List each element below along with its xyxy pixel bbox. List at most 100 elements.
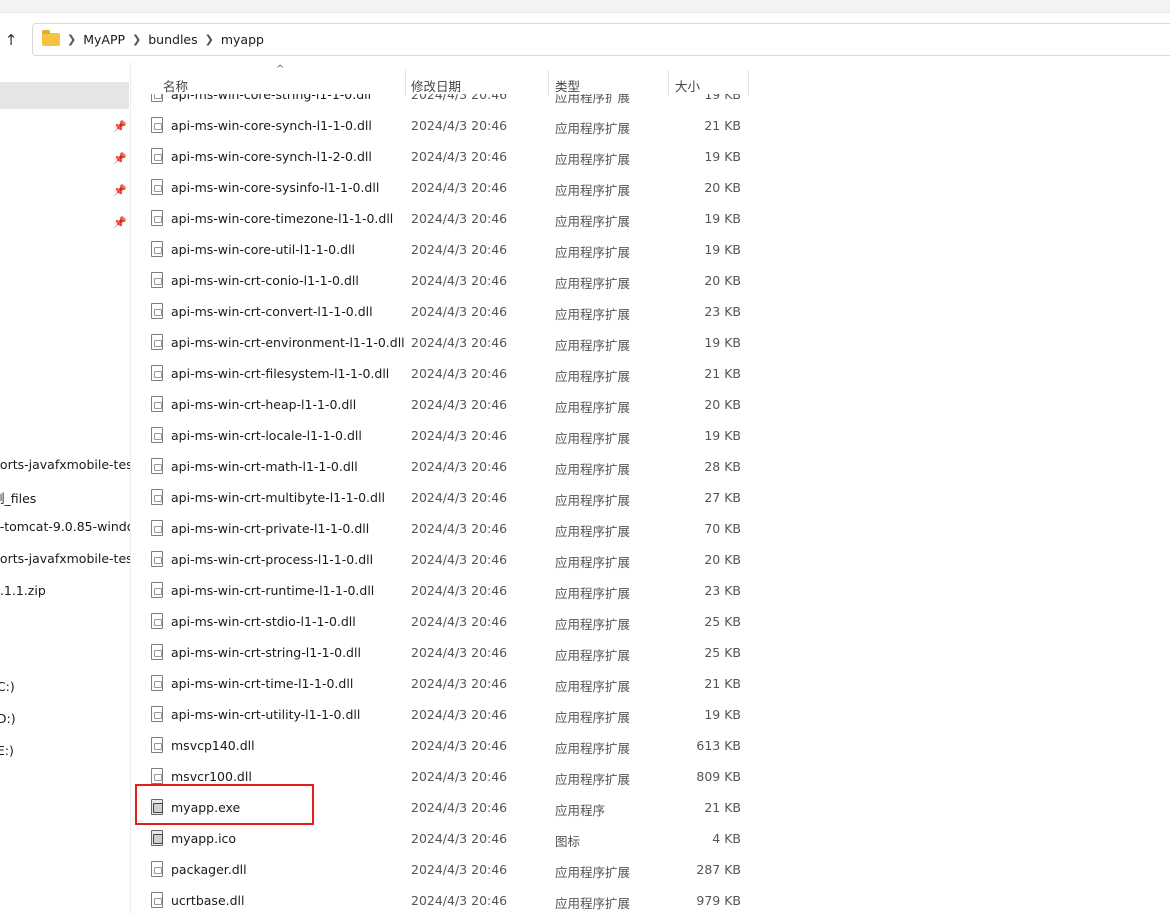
navigation-pane[interactable]: 📌 📌 📌 📌 ports-javafxmobile-test 例_files … [0, 62, 131, 914]
chevron-right-icon[interactable]: ❯ [67, 33, 76, 46]
sidebar-item-javafxmobile-test[interactable]: ports-javafxmobile-test [0, 457, 130, 472]
sidebar-selected-item[interactable] [0, 82, 129, 109]
column-header-name[interactable]: 名称 [163, 76, 188, 95]
file-size: 21 KB [704, 676, 741, 691]
file-name: api-ms-win-crt-string-l1-1-0.dll [171, 645, 361, 660]
file-type: 应用程序扩展 [555, 493, 631, 508]
column-header-size[interactable]: 大小 [675, 76, 700, 95]
file-row[interactable]: api-ms-win-crt-utility-l1-1-0.dll 2024/4/… [131, 699, 751, 730]
file-name: api-ms-win-crt-math-l1-1-0.dll [171, 459, 358, 474]
column-divider[interactable] [405, 70, 406, 96]
dll-file-icon [151, 117, 163, 133]
sidebar-item-drive-c[interactable]: (C:) [0, 679, 15, 694]
file-row[interactable]: api-ms-win-crt-locale-l1-1-0.dll 2024/4/3… [131, 420, 751, 451]
chevron-right-icon[interactable]: ❯ [132, 33, 141, 46]
file-type: 应用程序扩展 [555, 555, 631, 570]
file-size: 21 KB [704, 366, 741, 381]
file-name: api-ms-win-core-util-l1-1-0.dll [171, 242, 355, 257]
file-row[interactable]: api-ms-win-core-timezone-l1-1-0.dll 2024/… [131, 203, 751, 234]
file-name: api-ms-win-crt-locale-l1-1-0.dll [171, 428, 362, 443]
file-row[interactable]: api-ms-win-crt-environment-l1-1-0.dll 202… [131, 327, 751, 358]
file-row[interactable]: myapp.ico 2024/4/3 20:46 图标 4 KB [131, 823, 751, 854]
file-size: 19 KB [704, 149, 741, 164]
file-row[interactable]: api-ms-win-crt-stdio-l1-1-0.dll 2024/4/3 … [131, 606, 751, 637]
dll-file-icon [151, 210, 163, 226]
file-modified-date: 2024/4/3 20:46 [411, 397, 508, 412]
file-row[interactable]: api-ms-win-core-synch-l1-2-0.dll 2024/4/3… [131, 141, 751, 172]
file-type: 应用程序 [555, 803, 606, 818]
file-row[interactable]: api-ms-win-crt-convert-l1-1-0.dll 2024/4/… [131, 296, 751, 327]
file-row[interactable]: api-ms-win-crt-heap-l1-1-0.dll 2024/4/3 2… [131, 389, 751, 420]
file-row[interactable]: api-ms-win-crt-multibyte-l1-1-0.dll 2024/… [131, 482, 751, 513]
file-modified-date: 2024/4/3 20:46 [411, 831, 508, 846]
column-divider[interactable] [748, 70, 749, 96]
file-modified-date: 2024/4/3 20:46 [411, 428, 508, 443]
dll-file-icon [151, 489, 163, 505]
file-name: api-ms-win-core-string-l1-1-0.dll [171, 94, 372, 102]
sidebar-item-tomcat[interactable]: e-tomcat-9.0.85-windo [0, 519, 130, 534]
sidebar-item-javafxmobile-test-2[interactable]: ports-javafxmobile-test [0, 551, 130, 566]
file-modified-date: 2024/4/3 20:46 [411, 738, 508, 753]
dll-file-icon [151, 551, 163, 567]
file-size: 70 KB [704, 521, 741, 536]
address-bar[interactable]: ❯ MyAPP ❯ bundles ❯ myapp [32, 23, 1170, 56]
file-row[interactable]: api-ms-win-crt-process-l1-1-0.dll 2024/4/… [131, 544, 751, 575]
file-size: 20 KB [704, 273, 741, 288]
file-row[interactable]: api-ms-win-core-sysinfo-l1-1-0.dll 2024/4… [131, 172, 751, 203]
breadcrumb-myapp[interactable]: myapp [221, 32, 264, 47]
column-divider[interactable] [548, 70, 549, 96]
file-modified-date: 2024/4/3 20:46 [411, 862, 508, 877]
file-row[interactable]: msvcp140.dll 2024/4/3 20:46 应用程序扩展 613 KB [131, 730, 751, 761]
breadcrumb-myapp-root[interactable]: MyAPP [83, 32, 125, 47]
file-size: 4 KB [712, 831, 741, 846]
file-size: 979 KB [696, 893, 741, 908]
file-size: 809 KB [696, 769, 741, 784]
file-row[interactable]: api-ms-win-core-synch-l1-1-0.dll 2024/4/3… [131, 110, 751, 141]
file-row[interactable]: api-ms-win-crt-time-l1-1-0.dll 2024/4/3 2… [131, 668, 751, 699]
file-size: 28 KB [704, 459, 741, 474]
file-modified-date: 2024/4/3 20:46 [411, 304, 508, 319]
file-row[interactable]: api-ms-win-crt-private-l1-1-0.dll 2024/4/… [131, 513, 751, 544]
file-row[interactable]: api-ms-win-crt-filesystem-l1-1-0.dll 2024… [131, 358, 751, 389]
file-name: api-ms-win-crt-runtime-l1-1-0.dll [171, 583, 375, 598]
pin-icon: 📌 [113, 184, 127, 197]
file-row[interactable]: api-ms-win-crt-conio-l1-1-0.dll 2024/4/3 … [131, 265, 751, 296]
file-modified-date: 2024/4/3 20:46 [411, 769, 508, 784]
file-row[interactable]: packager.dll 2024/4/3 20:46 应用程序扩展 287 KB [131, 854, 751, 885]
file-modified-date: 2024/4/3 20:46 [411, 180, 508, 195]
file-row[interactable]: api-ms-win-core-util-l1-1-0.dll 2024/4/3 … [131, 234, 751, 265]
file-name: api-ms-win-core-sysinfo-l1-1-0.dll [171, 180, 380, 195]
dll-file-icon [151, 675, 163, 691]
dll-file-icon [151, 706, 163, 722]
dll-file-icon [151, 582, 163, 598]
file-row[interactable]: api-ms-win-core-string-l1-1-0.dll 2024/4/… [131, 94, 751, 110]
dll-file-icon [151, 613, 163, 629]
folder-icon [42, 30, 60, 46]
sidebar-item-drive-e[interactable]: (E:) [0, 743, 14, 758]
dll-file-icon [151, 892, 163, 908]
file-row[interactable]: api-ms-win-crt-runtime-l1-1-0.dll 2024/4/… [131, 575, 751, 606]
ico-file-icon [151, 830, 163, 846]
file-type: 应用程序扩展 [555, 617, 631, 632]
breadcrumb-bundles[interactable]: bundles [148, 32, 197, 47]
sidebar-item-zip[interactable]: 3.1.1.zip [0, 583, 46, 598]
file-size: 19 KB [704, 94, 741, 102]
dll-file-icon [151, 768, 163, 784]
file-row[interactable]: api-ms-win-crt-math-l1-1-0.dll 2024/4/3 2… [131, 451, 751, 482]
sidebar-item-drive-d[interactable]: (D:) [0, 711, 16, 726]
file-row[interactable]: api-ms-win-crt-string-l1-1-0.dll 2024/4/3… [131, 637, 751, 668]
column-header-date[interactable]: 修改日期 [411, 76, 461, 95]
column-header-type[interactable]: 类型 [555, 76, 580, 95]
dll-file-icon [151, 365, 163, 381]
file-size: 287 KB [696, 862, 741, 877]
file-modified-date: 2024/4/3 20:46 [411, 242, 508, 257]
file-type: 应用程序扩展 [555, 679, 631, 694]
up-arrow-icon[interactable]: ↑ [0, 28, 22, 52]
sidebar-item-files-folder[interactable]: 例_files [0, 488, 36, 507]
file-type: 应用程序扩展 [555, 896, 631, 911]
column-divider[interactable] [668, 70, 669, 96]
file-modified-date: 2024/4/3 20:46 [411, 459, 508, 474]
file-row[interactable]: ucrtbase.dll 2024/4/3 20:46 应用程序扩展 979 KB [131, 885, 751, 914]
file-size: 21 KB [704, 800, 741, 815]
chevron-right-icon[interactable]: ❯ [205, 33, 214, 46]
